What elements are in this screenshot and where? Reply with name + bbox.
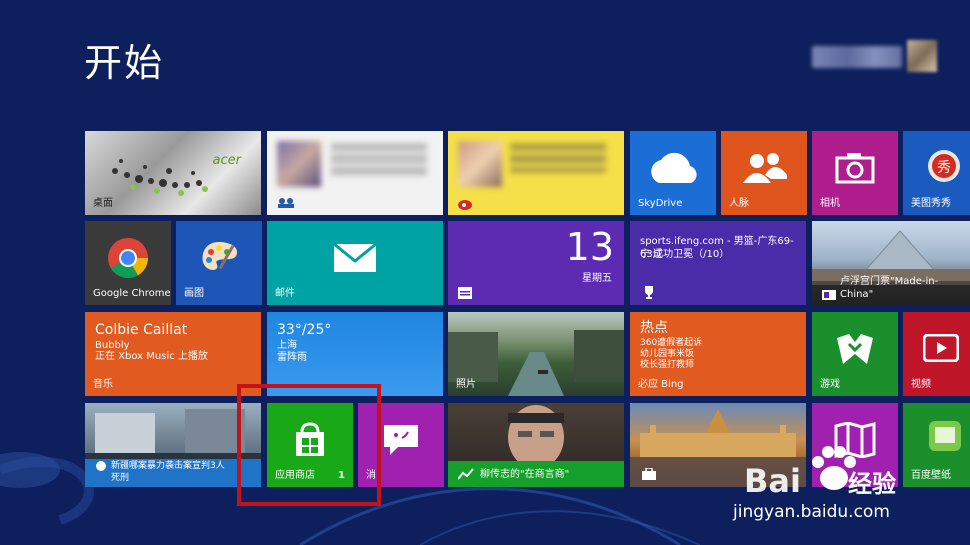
tile-label: 邮件 bbox=[275, 288, 295, 299]
news-icon bbox=[822, 290, 836, 300]
news-bird-icon bbox=[96, 461, 106, 471]
avatar[interactable] bbox=[907, 40, 937, 72]
acer-logo: acer bbox=[212, 153, 241, 168]
tile-label: 桌面 bbox=[93, 198, 113, 209]
calendar-day: 13 bbox=[565, 225, 614, 269]
tile-bing[interactable]: 热点 360遭假者起诉 幼儿园事米饭 校长强打教师 必应 Bing bbox=[630, 312, 806, 396]
tile-camera[interactable]: 相机 bbox=[812, 131, 898, 215]
tile-music[interactable]: Colbie Caillat Bubbly 正在 Xbox Music 上播放 … bbox=[85, 312, 261, 396]
sports-headline-2: 宁 成功卫冕（/10） bbox=[640, 249, 730, 260]
bing-item-1: 360遭假者起诉 bbox=[640, 338, 703, 348]
tile-label: 音乐 bbox=[93, 379, 113, 390]
tile-calendar[interactable]: 13 星期五 bbox=[448, 221, 624, 305]
tile-label: 美图秀秀 bbox=[911, 198, 951, 209]
mail-icon bbox=[333, 242, 377, 272]
news-headline-2: 死刑 bbox=[111, 473, 130, 483]
weather-temp: 33°/25° bbox=[277, 322, 332, 338]
calendar-weekday: 星期五 bbox=[582, 273, 612, 284]
tile-games[interactable]: 游戏 bbox=[812, 312, 898, 396]
trophy-icon bbox=[645, 286, 653, 299]
weibo-icon bbox=[458, 200, 472, 210]
music-artist: Colbie Caillat bbox=[95, 322, 188, 338]
tile-label: 相机 bbox=[820, 198, 840, 209]
tile-label: 照片 bbox=[456, 379, 476, 390]
weather-condition: 雷阵雨 bbox=[277, 352, 307, 363]
tile-label: SkyDrive bbox=[638, 198, 683, 209]
video-play-icon bbox=[923, 334, 959, 362]
cloud-icon bbox=[651, 152, 697, 183]
tile-mail[interactable]: 邮件 bbox=[267, 221, 443, 305]
louvre-caption: 卢浮宫门票"Made-in-China" bbox=[840, 276, 939, 300]
people-icon bbox=[278, 198, 294, 208]
bing-title: 热点 bbox=[640, 320, 668, 336]
tile-label: 必应 Bing bbox=[638, 379, 684, 390]
suitcase-icon bbox=[642, 468, 656, 480]
tile-desktop[interactable]: acer 桌面 bbox=[85, 131, 261, 215]
xbox-controller-icon bbox=[837, 333, 873, 364]
tile-skydrive[interactable]: SkyDrive bbox=[630, 131, 716, 215]
baidu-watermark-url: jingyan.baidu.com bbox=[733, 502, 890, 522]
wallpaper-app-icon bbox=[929, 421, 961, 451]
feed-photo bbox=[277, 141, 321, 187]
bing-item-2: 幼儿园事米饭 bbox=[640, 349, 695, 359]
tile-finance[interactable]: 柳传志的"在商言商" bbox=[448, 403, 624, 487]
tile-label: 百度壁纸 bbox=[911, 470, 951, 481]
svg-text:秀: 秀 bbox=[937, 160, 951, 176]
baidu-watermark-cn: 经验 bbox=[848, 470, 896, 498]
tile-people[interactable]: 人脉 bbox=[721, 131, 807, 215]
tile-paint[interactable]: 画图 bbox=[176, 221, 262, 305]
highlight-box bbox=[237, 384, 381, 506]
finance-caption: 柳传志的"在商言商" bbox=[480, 469, 570, 480]
tile-photos[interactable]: 照片 bbox=[448, 312, 624, 396]
tile-video[interactable]: 视频 bbox=[903, 312, 970, 396]
user-name[interactable] bbox=[812, 46, 902, 68]
music-status: 正在 Xbox Music 上播放 bbox=[95, 351, 208, 362]
tile-chrome[interactable]: Google Chrome bbox=[85, 221, 171, 305]
weibo-text bbox=[510, 143, 606, 173]
tile-people-feed[interactable] bbox=[267, 131, 443, 215]
tile-label: 人脉 bbox=[729, 198, 749, 209]
tile-label: 游戏 bbox=[820, 379, 840, 390]
start-screen-title: 开始 bbox=[84, 41, 165, 85]
tile-sports[interactable]: sports.ifeng.com - 男篮-广东69-63辽 宁 成功卫冕（/1… bbox=[630, 221, 806, 305]
tile-label: 画图 bbox=[184, 288, 204, 299]
chat-bubble-icon bbox=[384, 424, 418, 455]
meitu-icon: 秀 bbox=[928, 150, 960, 182]
bing-item-3: 校长强打教师 bbox=[640, 360, 695, 370]
feed-text bbox=[331, 143, 427, 177]
tile-meitu[interactable]: 秀 美图秀秀 bbox=[903, 131, 970, 215]
tile-louvre-photo[interactable]: 卢浮宫门票"Made-in-China" bbox=[812, 221, 970, 305]
tile-weibo[interactable] bbox=[448, 131, 624, 215]
baidu-watermark: Bai bbox=[744, 462, 801, 500]
chrome-icon bbox=[108, 237, 148, 278]
calendar-icon bbox=[458, 287, 472, 299]
tile-label: Google Chrome bbox=[93, 288, 171, 299]
tile-baidu-wallpaper[interactable]: 百度壁纸 bbox=[903, 403, 970, 487]
tile-news[interactable]: 新疆哪案暴力袭击案宣判3人 死刑 bbox=[85, 403, 261, 487]
camera-icon bbox=[835, 152, 875, 184]
stock-chart-icon bbox=[458, 468, 474, 480]
people-icon bbox=[743, 152, 787, 183]
tile-label: 视频 bbox=[911, 379, 931, 390]
paint-palette-icon bbox=[202, 241, 237, 270]
weibo-photo bbox=[458, 141, 502, 187]
